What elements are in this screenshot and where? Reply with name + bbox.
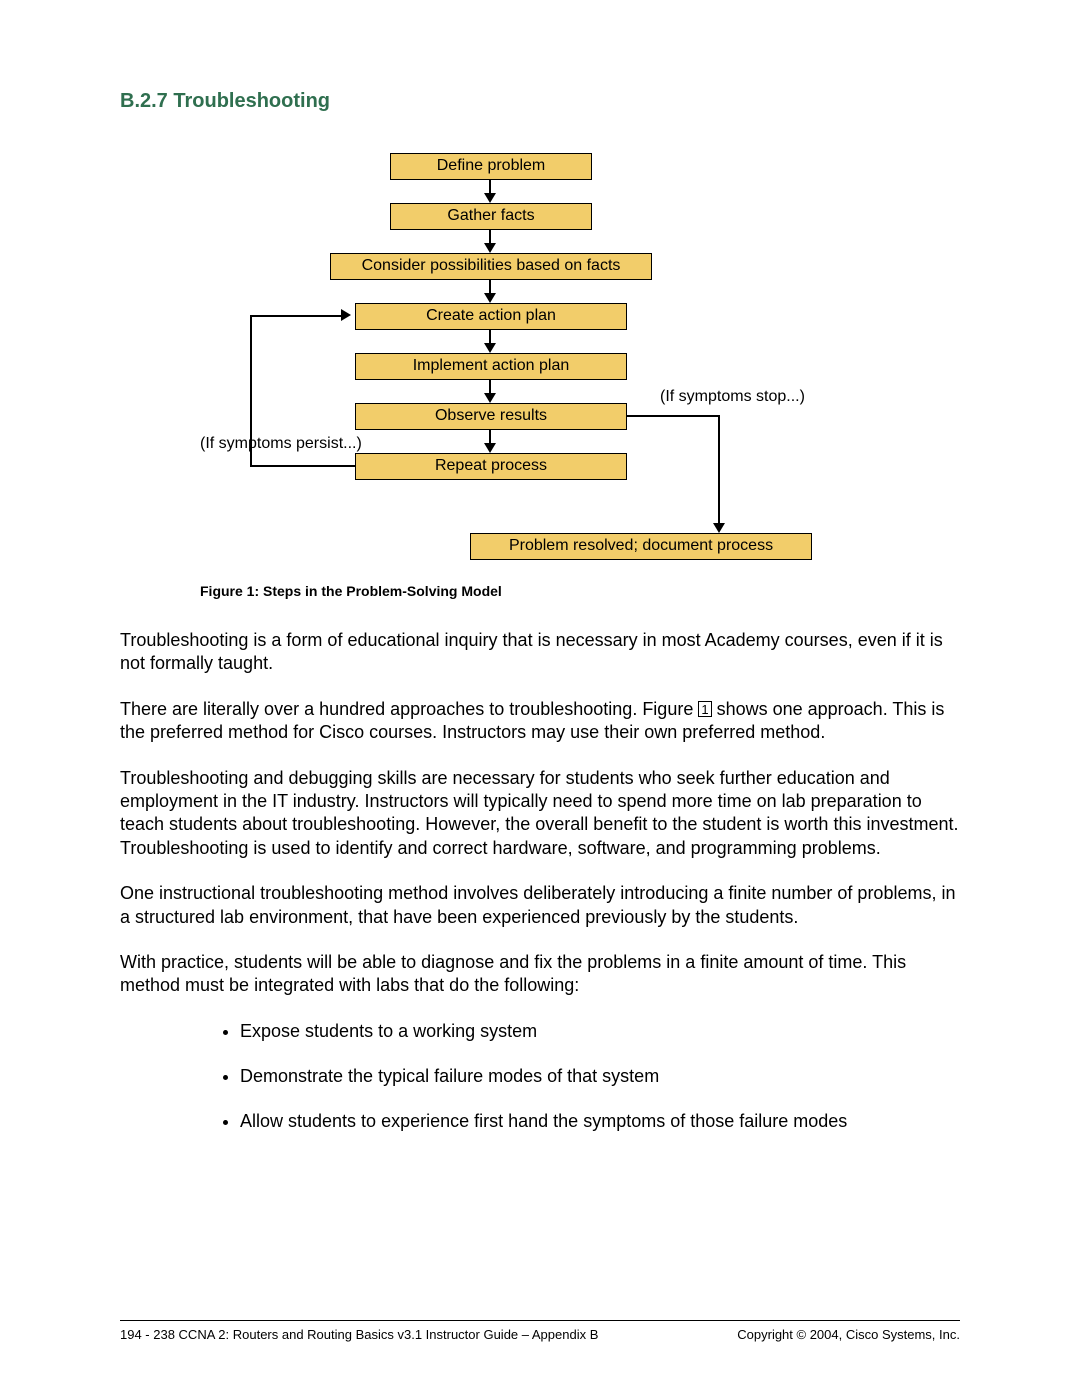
arrow-down-icon [484,343,496,353]
list-item: Expose students to a working system [240,1020,960,1043]
paragraph: Troubleshooting is a form of educational… [120,629,960,676]
figure-ref-icon: 1 [698,701,711,717]
paragraph: With practice, students will be able to … [120,951,960,998]
footer-right: Copyright © 2004, Cisco Systems, Inc. [737,1327,960,1342]
figure-caption: Figure 1: Steps in the Problem-Solving M… [200,583,960,599]
flowchart: Define problem Gather facts Consider pos… [190,153,890,563]
page-footer: 194 - 238 CCNA 2: Routers and Routing Ba… [120,1320,960,1342]
flow-step-1: Define problem [390,153,592,180]
list-item: Allow students to experience first hand … [240,1110,960,1133]
flow-connector [489,379,491,393]
flow-connector [489,279,491,293]
flow-connector [489,329,491,343]
arrow-down-icon [484,393,496,403]
flow-connector [250,465,355,467]
flow-note-persist: (If symptoms persist...) [200,435,362,453]
flow-connector [718,415,720,523]
page: B.2.7 Troubleshooting Define problem Gat… [0,0,1080,1397]
flow-step-7: Repeat process [355,453,627,480]
list-item: Demonstrate the typical failure modes of… [240,1065,960,1088]
paragraph: One instructional troubleshooting method… [120,882,960,929]
flow-step-6: Observe results [355,403,627,430]
arrow-down-icon [484,243,496,253]
flow-step-2: Gather facts [390,203,592,230]
arrow-down-icon [484,443,496,453]
flow-step-4: Create action plan [355,303,627,330]
flow-note-stop: (If symptoms stop...) [660,388,805,406]
paragraph: Troubleshooting and debugging skills are… [120,767,960,861]
flow-final: Problem resolved; document process [470,533,812,560]
arrow-right-icon [341,309,351,321]
flow-connector [489,179,491,193]
section-heading: B.2.7 Troubleshooting [120,90,960,113]
paragraph: There are literally over a hundred appro… [120,698,960,745]
flow-step-3: Consider possibilities based on facts [330,253,652,280]
flow-connector [489,229,491,243]
flow-step-5: Implement action plan [355,353,627,380]
bullet-list: Expose students to a working system Demo… [120,1020,960,1134]
footer-left: 194 - 238 CCNA 2: Routers and Routing Ba… [120,1327,598,1342]
flow-connector [489,429,491,443]
flow-connector [626,415,720,417]
text-run: There are literally over a hundred appro… [120,699,698,719]
arrow-down-icon [484,193,496,203]
body-text: Troubleshooting is a form of educational… [120,629,960,1134]
arrow-down-icon [713,523,725,533]
arrow-down-icon [484,293,496,303]
footer-divider [120,1320,960,1321]
flow-connector [250,315,345,317]
